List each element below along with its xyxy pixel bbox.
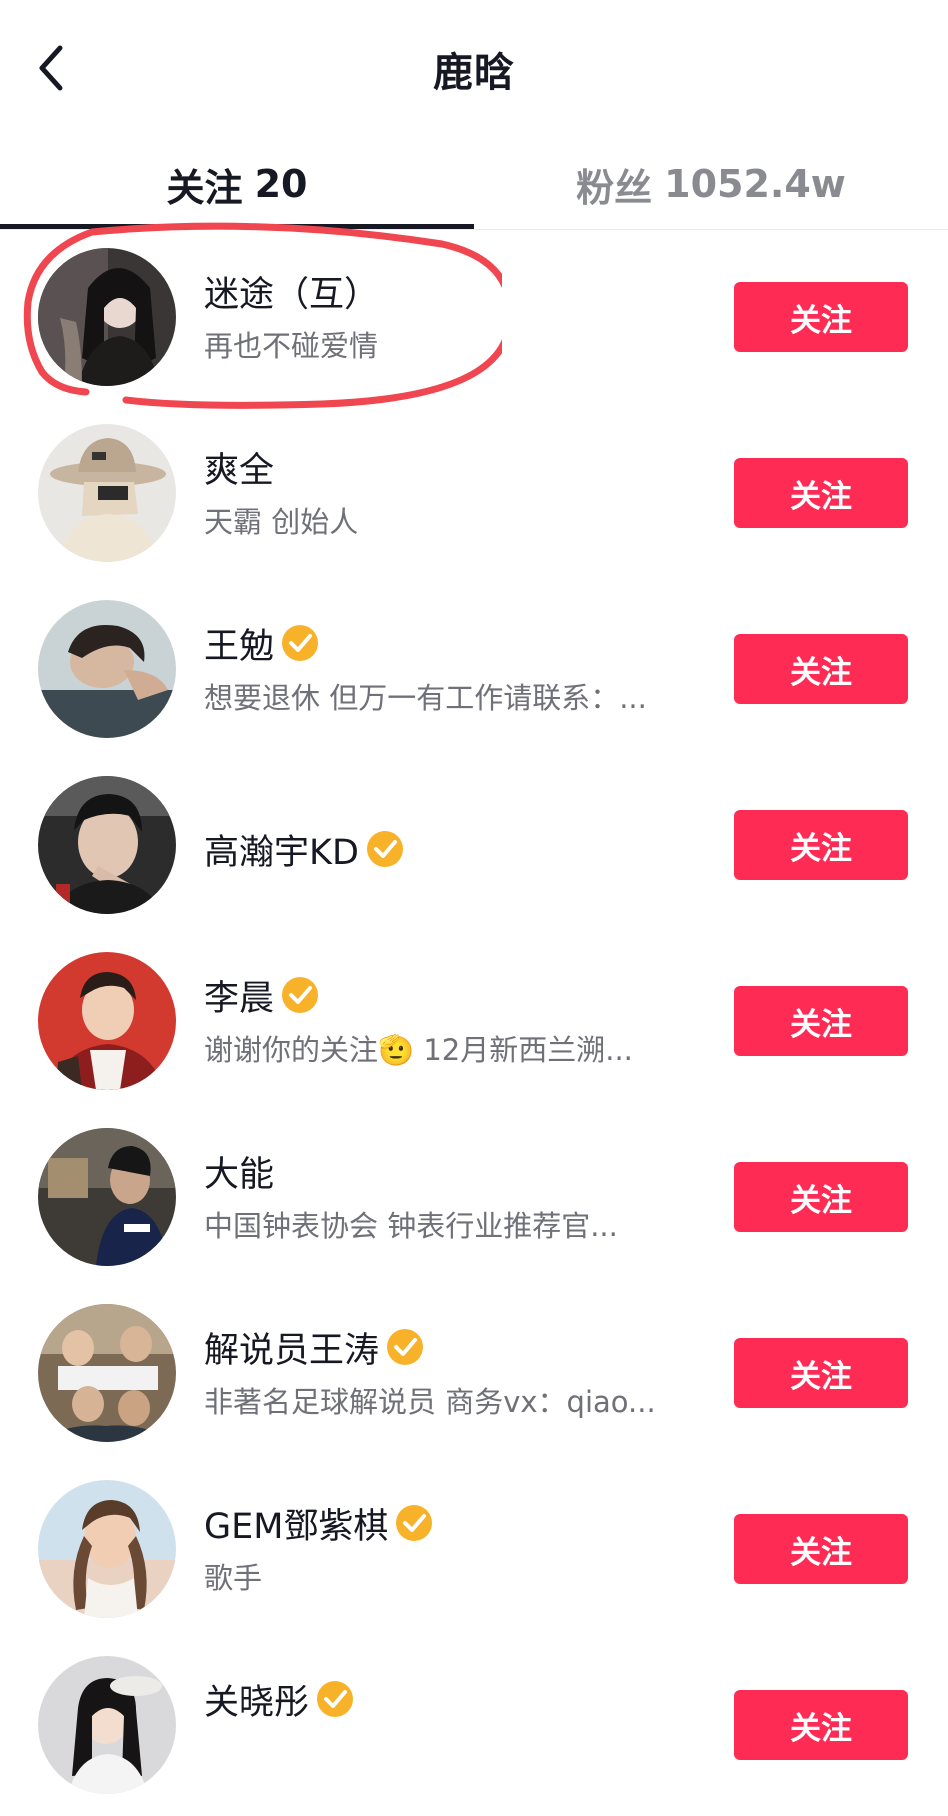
user-row[interactable]: 迷途（互） 再也不碰爱情 关注 [0,232,948,408]
avatar-image [38,1480,176,1618]
tab-following-count: 20 [254,162,308,206]
user-info: 高瀚宇KD [204,826,704,873]
avatar-image [38,248,176,386]
user-name: 爽全 [204,450,275,491]
follow-button[interactable]: 关注 [734,634,908,704]
user-row[interactable]: 关晓彤 关注 [0,1640,948,1816]
user-row[interactable]: GEM鄧紫棋 歌手 关注 [0,1464,948,1640]
verified-icon [280,623,320,663]
follow-button[interactable]: 关注 [734,810,908,880]
avatar[interactable] [38,1304,176,1442]
user-name: 李晨 [204,978,275,1019]
user-row[interactable]: 王勉 想要退休 但万一有工作请联系：... 关注 [0,584,948,760]
user-bio: 谢谢你的关注🫡 12月新西兰溯... [204,1033,633,1067]
user-name: 高瀚宇KD [204,832,359,873]
following-list: 迷途（互） 再也不碰爱情 关注 爽全 天霸 创始人 关注 王勉 想要退休 但万一… [0,232,948,1816]
user-row[interactable]: 李晨 谢谢你的关注🫡 12月新西兰溯... 关注 [0,936,948,1112]
user-row[interactable]: 高瀚宇KD 关注 [0,760,948,936]
user-info: 王勉 想要退休 但万一有工作请联系：... [204,620,704,718]
verified-icon [280,975,320,1015]
user-name: 迷途（互） [204,274,380,315]
avatar-image [38,776,176,914]
user-row[interactable]: 爽全 天霸 创始人 关注 [0,408,948,584]
user-info: GEM鄧紫棋 歌手 [204,1500,704,1598]
avatar[interactable] [38,1128,176,1266]
avatar[interactable] [38,1480,176,1618]
user-info: 迷途（互） 再也不碰爱情 [204,268,704,366]
top-bar: 鹿晗 [0,0,948,140]
verified-icon [365,829,405,869]
avatar-image [38,1656,176,1794]
avatar[interactable] [38,952,176,1090]
user-row[interactable]: 解说员王涛 非著名足球解说员 商务vx：qiao... 关注 [0,1288,948,1464]
avatar-image [38,424,176,562]
follow-button[interactable]: 关注 [734,1690,908,1760]
avatar[interactable] [38,424,176,562]
avatar[interactable] [38,600,176,738]
tab-fans-count: 1052.4w [664,162,846,206]
follow-button[interactable]: 关注 [734,1514,908,1584]
user-info: 李晨 谢谢你的关注🫡 12月新西兰溯... [204,972,704,1070]
user-name: 解说员王涛 [204,1330,380,1371]
follow-button[interactable]: 关注 [734,1162,908,1232]
avatar-image [38,952,176,1090]
user-name: GEM鄧紫棋 [204,1506,389,1547]
avatar-image [38,1128,176,1266]
user-bio: 中国钟表协会 钟表行业推荐官... [204,1209,618,1243]
verified-icon [315,1679,355,1719]
follow-button[interactable]: 关注 [734,1338,908,1408]
user-info: 大能 中国钟表协会 钟表行业推荐官... [204,1148,704,1246]
tab-fans[interactable]: 粉丝 1052.4w [474,140,948,228]
user-bio: 歌手 [204,1561,263,1595]
avatar-image [38,600,176,738]
tab-following-label: 关注 [166,165,243,210]
user-name: 关晓彤 [204,1682,310,1723]
user-bio: 非著名足球解说员 商务vx：qiao... [204,1385,656,1419]
follow-button[interactable]: 关注 [734,986,908,1056]
user-row[interactable]: 大能 中国钟表协会 钟表行业推荐官... 关注 [0,1112,948,1288]
user-info: 爽全 天霸 创始人 [204,444,704,542]
user-bio: 想要退休 但万一有工作请联系：... [204,681,647,715]
user-info: 关晓彤 [204,1676,704,1723]
avatar[interactable] [38,776,176,914]
avatar-image [38,1304,176,1442]
user-name: 王勉 [204,626,275,667]
verified-icon [394,1503,434,1543]
verified-icon [385,1327,425,1367]
follow-button[interactable]: 关注 [734,282,908,352]
user-bio: 天霸 创始人 [204,505,359,539]
user-info: 解说员王涛 非著名足球解说员 商务vx：qiao... [204,1324,704,1422]
page-title: 鹿晗 [433,50,515,96]
avatar[interactable] [38,248,176,386]
follow-button[interactable]: 关注 [734,458,908,528]
tab-following[interactable]: 关注 20 [0,140,474,228]
user-bio: 再也不碰爱情 [204,329,379,363]
tab-bar: 关注 20 粉丝 1052.4w [0,140,948,232]
tab-fans-label: 粉丝 [576,165,653,210]
user-name: 大能 [204,1154,275,1195]
avatar[interactable] [38,1656,176,1794]
tabs-divider [0,229,948,230]
